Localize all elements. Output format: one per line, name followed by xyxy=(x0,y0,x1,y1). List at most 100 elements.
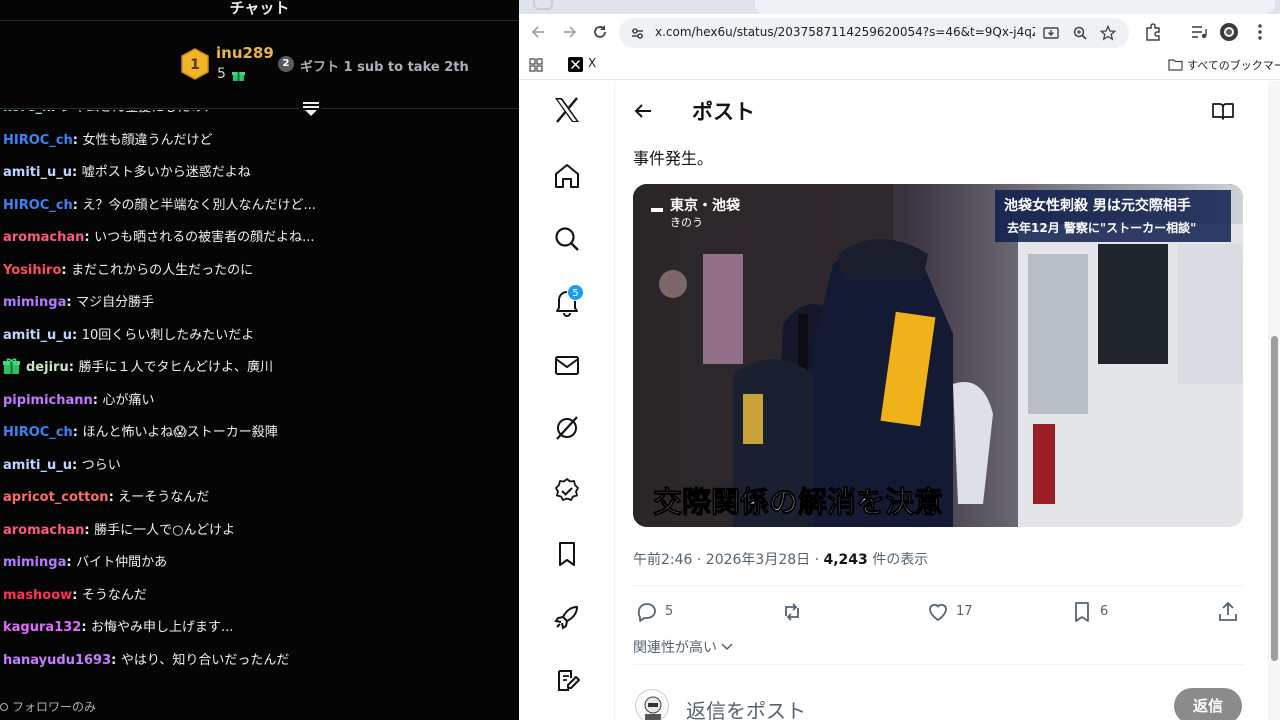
chat-username[interactable]: kore_k xyxy=(3,110,51,115)
search-icon[interactable] xyxy=(552,224,582,254)
post-metadata: 午前2:46 · 2026年3月28日 · 4,243 件の表示 xyxy=(633,549,928,569)
install-app-icon[interactable] xyxy=(1043,25,1059,41)
apps-grid-icon[interactable] xyxy=(529,58,543,72)
reply-button[interactable]: 返信 xyxy=(1174,688,1242,720)
repost-action[interactable] xyxy=(780,600,840,624)
x-logo-icon[interactable] xyxy=(552,95,582,125)
compose-post-icon[interactable] xyxy=(552,665,582,695)
chat-separator: : xyxy=(61,262,72,278)
chat-message-list[interactable]: kore_k: シャムさん金髪にしたの？ HIROC_ch: 女性も顔違うんだけど… xyxy=(0,110,519,688)
chat-message-text: やはり、知り合いだったんだ xyxy=(120,652,290,668)
reader-mode-icon[interactable] xyxy=(1212,101,1234,121)
post-media-image[interactable]: 東京・池袋 きのう 池袋女性刺殺 男は元交際相手 去年12月 警察に"ストーカー… xyxy=(633,184,1243,527)
chat-separator: : xyxy=(51,110,61,115)
home-icon[interactable] xyxy=(552,161,582,191)
forward-arrow-icon[interactable] xyxy=(559,22,579,42)
chat-username[interactable]: miminga xyxy=(3,295,66,310)
folder-icon[interactable] xyxy=(1168,58,1183,71)
chat-username[interactable]: aromachan xyxy=(3,230,84,245)
back-arrow-icon[interactable] xyxy=(529,22,549,42)
chat-username[interactable]: apricot_cotton xyxy=(3,490,109,505)
reply-sort-dropdown[interactable]: 関連性が高い xyxy=(633,637,733,657)
chat-message: Yosihiro: まだこれからの人生だったのに xyxy=(3,259,253,283)
chat-message-text: えーそうなんだ xyxy=(118,490,210,505)
notification-count-badge: 5 xyxy=(567,284,584,301)
chat-separator: : xyxy=(71,327,82,343)
scrollbar-thumb[interactable] xyxy=(1271,336,1278,661)
chat-message: miminga: バイト仲間かあ xyxy=(3,551,167,575)
verified-icon[interactable] xyxy=(552,476,582,506)
media-controls-icon[interactable] xyxy=(1189,22,1209,42)
gift-icon xyxy=(232,72,245,81)
rocket-icon[interactable] xyxy=(552,602,582,632)
extensions-icon[interactable] xyxy=(1143,22,1163,42)
chat-username[interactable]: kagura132 xyxy=(3,620,81,635)
media-location-label: 東京・池袋 xyxy=(670,197,741,214)
chat-message-text: そうなんだ xyxy=(81,587,147,603)
post-text: 事件発生。 xyxy=(633,149,714,168)
media-date-label: きのう xyxy=(670,216,703,229)
user-avatar[interactable] xyxy=(635,689,669,720)
chat-username[interactable]: HIROC_ch xyxy=(3,133,73,148)
reply-action[interactable]: 5 xyxy=(635,600,695,624)
chat-message-text: マジ自分勝手 xyxy=(76,295,155,310)
bookmark-icon xyxy=(1075,602,1089,622)
chat-message: kagura132: お悔やみ申し上げます... xyxy=(3,616,233,640)
media-caption: 交際関係の解消を決意 xyxy=(653,485,943,519)
chat-username[interactable]: aromachan xyxy=(3,523,84,538)
chat-separator: : xyxy=(71,457,82,473)
chat-message: HIROC_ch: え？今の顔と半端なく別人なんだけど... xyxy=(3,194,316,218)
chat-username[interactable]: HIROC_ch xyxy=(3,198,73,213)
site-settings-icon[interactable] xyxy=(630,26,645,41)
like-count: 17 xyxy=(956,604,973,619)
chat-message-text: つらい xyxy=(81,457,121,473)
chat-message-text: いつも晒されるの被害者の顔だよね... xyxy=(94,230,315,245)
chat-message-text: ほんと怖いよね😱ストーカー殺陣 xyxy=(82,425,278,440)
chat-separator: : xyxy=(84,230,95,245)
menu-kebab-icon[interactable] xyxy=(1250,22,1270,42)
x-favicon-icon[interactable] xyxy=(568,57,583,72)
leader-username: inu289 xyxy=(216,44,274,62)
reload-icon[interactable] xyxy=(590,22,610,42)
messages-envelope-icon[interactable] xyxy=(552,350,582,380)
back-arrow-icon[interactable] xyxy=(631,99,655,123)
like-heart-icon xyxy=(929,603,947,621)
bookmark-x-label[interactable]: X xyxy=(588,56,596,70)
bookmarks-icon[interactable] xyxy=(552,539,582,569)
post-timestamp[interactable]: 午前2:46 · 2026年3月28日 · xyxy=(633,552,824,568)
chat-username[interactable]: amiti_u_u xyxy=(3,165,72,180)
chat-separator: : xyxy=(66,295,77,310)
chat-message-text: お悔やみ申し上げます... xyxy=(91,620,234,635)
share-action[interactable] xyxy=(1216,600,1240,624)
tab-search-icon[interactable] xyxy=(533,0,553,10)
chat-username[interactable]: dejiru xyxy=(26,360,69,375)
chat-username[interactable]: Yosihiro xyxy=(3,263,61,278)
url-text[interactable]: x.com/hex6u/status/2037587114259620054?s… xyxy=(655,25,1035,39)
chat-username[interactable]: HIROC_ch xyxy=(3,425,73,440)
bookmark-star-icon[interactable] xyxy=(1100,25,1116,41)
all-bookmarks-label[interactable]: すべてのブックマーク xyxy=(1187,57,1280,73)
chat-message: aromachan: いつも晒されるの被害者の顔だよね... xyxy=(3,226,315,250)
chat-username[interactable]: pipimichann xyxy=(3,393,93,408)
grok-icon[interactable] xyxy=(552,413,582,443)
divider xyxy=(0,20,519,21)
bookmark-action[interactable]: 6 xyxy=(1070,600,1130,624)
active-tab[interactable] xyxy=(755,0,1275,14)
chat-username[interactable]: mashoow xyxy=(3,588,72,603)
zoom-icon[interactable] xyxy=(1072,25,1088,41)
leader-gift-count: 5 xyxy=(217,66,226,82)
avatar-image xyxy=(637,691,668,720)
chat-message-text: 心が痛い xyxy=(102,392,155,408)
chat-username[interactable]: amiti_u_u xyxy=(3,458,72,473)
tab-strip xyxy=(519,0,1280,14)
chat-username[interactable]: amiti_u_u xyxy=(3,328,72,343)
chat-message-text: シャムさん金髪にしたの？ xyxy=(60,110,216,115)
chat-username[interactable]: miminga xyxy=(3,555,66,570)
profile-avatar-icon[interactable] xyxy=(1219,22,1239,42)
reply-input[interactable]: 返信をポスト xyxy=(686,695,806,720)
address-bar[interactable]: x.com/hex6u/status/2037587114259620054?s… xyxy=(619,18,1129,48)
chat-username[interactable]: hanayudu1693 xyxy=(3,653,111,668)
like-action[interactable]: 17 xyxy=(926,600,986,624)
chat-separator: : xyxy=(108,490,119,505)
page-scrollbar[interactable] xyxy=(1268,81,1280,720)
